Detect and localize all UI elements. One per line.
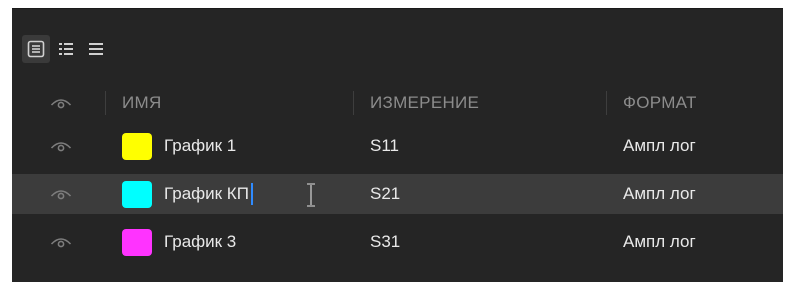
name-column-label: ИМЯ: [122, 93, 162, 112]
eye-icon: [50, 142, 72, 152]
format-column-header[interactable]: ФОРМАТ: [623, 80, 697, 126]
visibility-column-header[interactable]: [50, 80, 76, 126]
table-header: ИМЯ ИЗМЕРЕНИЕ ФОРМАТ: [12, 80, 783, 126]
grid-view-icon: [59, 43, 73, 55]
list-view-button[interactable]: [82, 35, 110, 63]
eye-icon: [50, 190, 72, 200]
column-divider[interactable]: [353, 91, 354, 115]
table-row[interactable]: График 1 S11 Ампл лог: [12, 126, 783, 166]
visibility-toggle[interactable]: [50, 222, 76, 262]
trace-name: График 1: [164, 136, 237, 155]
format-value: Ампл лог: [623, 184, 696, 203]
measurement-value: S11: [370, 136, 399, 155]
visibility-toggle[interactable]: [50, 126, 76, 166]
trace-name-cell[interactable]: График 1: [122, 126, 236, 166]
trace-color-swatch[interactable]: [122, 180, 152, 208]
format-value: Ампл лог: [623, 232, 696, 251]
trace-name: График 3: [164, 232, 237, 251]
trace-table: ИМЯ ИЗМЕРЕНИЕ ФОРМАТ График 1 S11 Ампл л…: [12, 72, 783, 262]
view-toolbar: [22, 33, 110, 65]
eye-icon: [50, 99, 72, 109]
measurement-cell[interactable]: S11: [370, 126, 399, 166]
measurement-column-label: ИЗМЕРЕНИЕ: [370, 93, 480, 112]
measurement-cell[interactable]: S21: [370, 174, 400, 214]
detail-view-icon: [27, 40, 45, 58]
measurement-value: S21: [370, 184, 401, 203]
eye-icon: [50, 238, 72, 248]
format-cell[interactable]: Ампл лог: [623, 126, 696, 166]
ibeam-cursor-icon: [307, 183, 315, 207]
visibility-toggle[interactable]: [50, 174, 76, 214]
column-divider[interactable]: [606, 91, 607, 115]
name-column-header[interactable]: ИМЯ: [122, 80, 162, 126]
detail-view-button[interactable]: [22, 35, 50, 63]
grid-view-button[interactable]: [52, 35, 80, 63]
format-value: Ампл лог: [623, 136, 696, 155]
format-cell[interactable]: Ампл лог: [623, 174, 696, 214]
list-view-icon: [89, 43, 103, 55]
trace-name-input[interactable]: График КП: [164, 184, 249, 204]
measurement-value: S31: [370, 232, 401, 251]
column-divider[interactable]: [105, 91, 106, 115]
trace-color-swatch[interactable]: [122, 132, 152, 160]
measurement-column-header[interactable]: ИЗМЕРЕНИЕ: [370, 80, 479, 126]
trace-name-cell[interactable]: График КП: [122, 174, 253, 214]
text-caret: [250, 183, 253, 205]
trace-color-swatch[interactable]: [122, 228, 152, 256]
measurement-cell[interactable]: S31: [370, 222, 400, 262]
table-row[interactable]: График 3 S31 Ампл лог: [12, 222, 783, 262]
trace-name-cell[interactable]: График 3: [122, 222, 236, 262]
format-column-label: ФОРМАТ: [623, 93, 697, 112]
format-cell[interactable]: Ампл лог: [623, 222, 696, 262]
table-row-selected[interactable]: График КП S21 Ампл лог: [12, 174, 783, 214]
